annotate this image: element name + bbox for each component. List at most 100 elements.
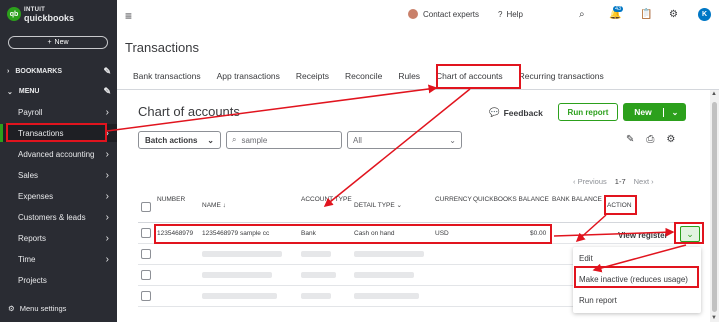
plus-icon: + xyxy=(47,39,52,46)
sidebar-item-label: Reports xyxy=(18,233,47,243)
search-input[interactable]: ⌕ sample xyxy=(226,131,342,149)
tab-reconcile[interactable]: Reconcile xyxy=(337,68,390,88)
chevron-down-icon: ⌄ xyxy=(7,88,13,96)
sidebar-item-time[interactable]: Time › xyxy=(0,250,117,268)
sidebar-item-label: Sales xyxy=(18,170,39,180)
user-avatar[interactable]: K xyxy=(698,5,711,23)
redacted-text xyxy=(301,272,336,278)
col-qb-balance[interactable]: QUICKBOOKS BALANCE xyxy=(473,196,549,204)
tab-recurring-transactions[interactable]: Recurring transactions xyxy=(511,68,612,88)
sidebar-item-label: Projects xyxy=(18,275,47,285)
sidebar-new-button[interactable]: + New xyxy=(8,36,108,49)
tab-receipts[interactable]: Receipts xyxy=(288,68,337,88)
user-initial: K xyxy=(698,7,711,21)
chevron-down-icon[interactable]: ⌄ xyxy=(663,107,686,117)
menu-settings-button[interactable]: ⚙ Menu settings xyxy=(8,304,66,313)
new-account-button[interactable]: New ⌄ xyxy=(623,103,686,121)
col-currency[interactable]: CURRENCY xyxy=(435,196,472,204)
notifications-icon[interactable]: 🔔 43 xyxy=(609,5,624,23)
sidebar-item-advanced-accounting[interactable]: Advanced accounting › xyxy=(0,145,117,163)
batch-actions-dropdown[interactable]: Batch actions ⌄ xyxy=(138,131,221,149)
chevron-right-icon: › xyxy=(105,232,109,244)
scrollbar[interactable]: ▲ ▼ xyxy=(710,90,719,322)
tab-rules[interactable]: Rules xyxy=(390,68,428,88)
pagination: ‹ Previous 1-7 Next › xyxy=(573,177,654,186)
sidebar-item-sales[interactable]: Sales › xyxy=(0,166,117,184)
redacted-text xyxy=(354,293,419,299)
edit-pencil-icon[interactable]: ✎ xyxy=(626,134,634,145)
settings-gear-icon[interactable]: ⚙ xyxy=(669,5,678,23)
help-label: Help xyxy=(506,9,523,19)
brand-line2: quickbooks xyxy=(24,13,75,23)
search-icon[interactable]: ⌕ xyxy=(579,5,585,23)
bookmarks-header[interactable]: › BOOKMARKS ✎ xyxy=(7,66,111,77)
collapse-menu-icon[interactable]: ≡ xyxy=(125,9,132,23)
menu-header[interactable]: ⌄ MENU ✎ xyxy=(7,86,111,97)
sidebar-item-expenses[interactable]: Expenses › xyxy=(0,187,117,205)
menu-item-edit[interactable]: Edit xyxy=(573,248,701,268)
tab-bank-transactions[interactable]: Bank transactions xyxy=(125,68,209,88)
quickbooks-logo[interactable]: qb INTUIT quickbooks xyxy=(7,6,75,23)
scroll-down-icon[interactable]: ▼ xyxy=(711,315,717,321)
redacted-text xyxy=(301,293,331,299)
annotation-box-account-row xyxy=(154,224,552,244)
annotation-box-transactions xyxy=(6,123,107,142)
run-report-button[interactable]: Run report xyxy=(558,103,618,121)
sidebar-new-label: New xyxy=(54,39,69,46)
print-icon[interactable]: ⎙ xyxy=(646,134,654,145)
chevron-right-icon: › xyxy=(105,253,109,265)
feedback-label: Feedback xyxy=(503,107,543,118)
page-title: Transactions xyxy=(125,40,199,55)
sidebar-item-customers-leads[interactable]: Customers & leads › xyxy=(0,208,117,226)
help-icon: ? xyxy=(498,9,503,19)
pencil-icon[interactable]: ✎ xyxy=(103,86,111,97)
sidebar-item-projects[interactable]: Projects xyxy=(0,271,117,289)
bookmarks-label: BOOKMARKS xyxy=(15,68,63,75)
sidebar-item-reports[interactable]: Reports › xyxy=(0,229,117,247)
expert-avatar-icon xyxy=(408,9,418,19)
pager-range: 1-7 xyxy=(614,177,626,186)
chevron-right-icon: › xyxy=(105,190,109,202)
row-checkbox[interactable] xyxy=(141,249,151,259)
col-number[interactable]: NUMBER xyxy=(157,196,185,204)
scroll-up-icon[interactable]: ▲ xyxy=(711,91,717,97)
select-all-checkbox[interactable] xyxy=(141,202,151,212)
col-name[interactable]: NAME ↓ xyxy=(202,202,226,210)
menu-settings-label: Menu settings xyxy=(19,304,67,313)
chevron-right-icon: › xyxy=(7,68,10,75)
tab-app-transactions[interactable]: App transactions xyxy=(209,68,288,88)
annotation-box-action-dropdown xyxy=(674,222,704,244)
redacted-text xyxy=(202,251,282,257)
sidebar-item-label: Payroll xyxy=(18,107,43,117)
redacted-text xyxy=(354,251,424,257)
pager-previous-label: Previous xyxy=(577,177,607,186)
sort-down-icon: ↓ xyxy=(222,202,226,209)
col-bank-balance[interactable]: BANK BALANCE xyxy=(552,196,602,204)
sidebar-item-label: Customers & leads xyxy=(18,212,86,222)
pager-next[interactable]: Next › xyxy=(634,177,654,186)
redacted-text xyxy=(202,293,277,299)
scroll-thumb[interactable] xyxy=(712,102,717,312)
col-account-type[interactable]: ACCOUNT TYPE xyxy=(301,196,352,204)
contact-experts-button[interactable]: Contact experts xyxy=(408,5,479,23)
chevron-down-icon: ⌄ xyxy=(449,135,456,145)
filter-select[interactable]: All ⌄ xyxy=(347,131,462,149)
view-register-link[interactable]: View register xyxy=(618,231,668,240)
sidebar-item-label: Advanced accounting xyxy=(18,149,95,159)
row-checkbox[interactable] xyxy=(141,291,151,301)
row-checkbox[interactable] xyxy=(141,270,151,280)
pager-previous[interactable]: ‹ Previous xyxy=(573,177,607,186)
sidebar-item-payroll[interactable]: Payroll › xyxy=(0,103,117,121)
tasks-icon[interactable]: 📋 xyxy=(640,5,652,23)
redacted-text xyxy=(202,272,272,278)
feedback-button[interactable]: 💬 Feedback xyxy=(489,107,543,118)
menu-item-run-report[interactable]: Run report xyxy=(573,290,701,310)
help-button[interactable]: ? Help xyxy=(498,5,523,23)
pencil-icon[interactable]: ✎ xyxy=(103,66,111,77)
table-settings-icon[interactable]: ⚙ xyxy=(666,134,675,145)
annotation-box-make-inactive xyxy=(574,266,699,288)
col-detail-type[interactable]: DETAIL TYPE ⌄ xyxy=(354,202,402,210)
row-checkbox[interactable] xyxy=(141,228,151,238)
sidebar: qb INTUIT quickbooks + New › BOOKMARKS ✎… xyxy=(0,0,117,322)
transaction-tabs: Bank transactions App transactions Recei… xyxy=(125,68,612,90)
